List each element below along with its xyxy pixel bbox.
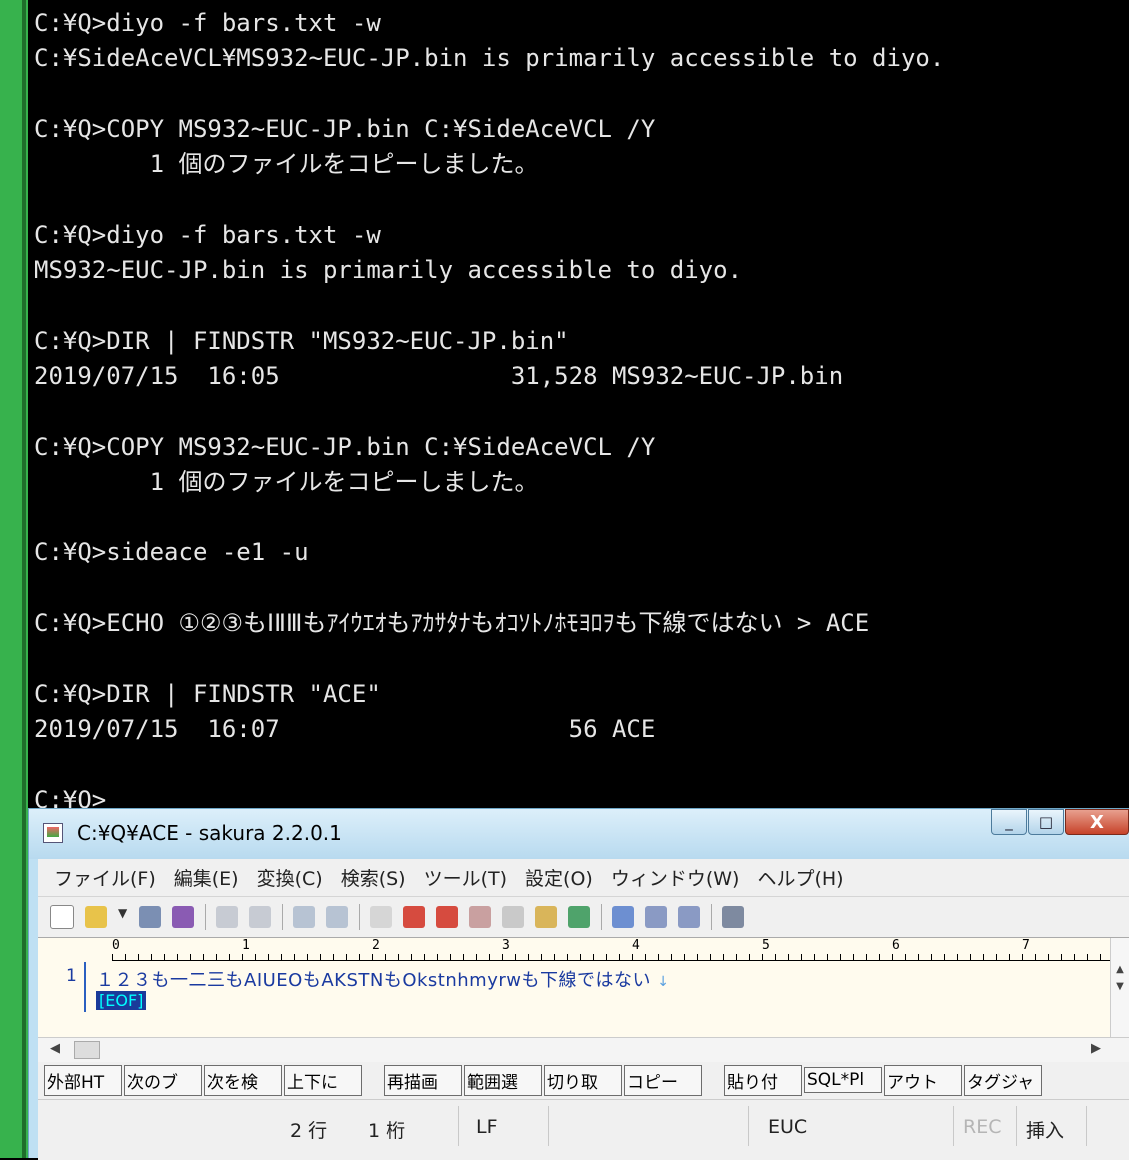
new-file-icon[interactable] [50, 905, 74, 929]
status-row: 2 行 [290, 1120, 328, 1142]
menu-tools[interactable]: ツール(T) [424, 864, 507, 891]
window-controls: _ □ X [990, 809, 1129, 839]
menu-edit[interactable]: 編集(E) [174, 864, 239, 891]
column-ruler: 0 1 2 3 4 5 6 7 [112, 938, 1127, 961]
menu-settings[interactable]: 設定(O) [525, 864, 593, 891]
status-divider [953, 1106, 954, 1146]
fkey-7[interactable]: 切り取 [544, 1064, 622, 1096]
ruler-mark: 1 [242, 938, 250, 953]
status-divider [748, 1106, 749, 1146]
menu-search[interactable]: 検索(S) [341, 864, 406, 891]
line-text: １２３も一二三もAIUEOもAKSTNもOkstnhmyrwも下線ではない [96, 970, 651, 991]
menu-window[interactable]: ウィンドウ(W) [611, 864, 740, 891]
fkey-8[interactable]: コピー [624, 1064, 702, 1096]
open-dropdown-icon[interactable]: ▼ [118, 906, 128, 928]
menu-help[interactable]: ヘルプ(H) [757, 864, 843, 891]
close-button[interactable]: X [1065, 809, 1129, 835]
eof-marker: [EOF] [96, 991, 147, 1010]
toolbar-separator [205, 904, 206, 930]
save-all-icon[interactable] [172, 906, 194, 928]
open-folder-icon[interactable] [85, 906, 107, 928]
title-bar[interactable]: C:¥Q¥ACE - sakura 2.2.0.1 _ □ X [29, 809, 1129, 859]
horizontal-scrollbar[interactable]: ◀ ▶ [38, 1037, 1129, 1062]
vertical-scrollbar[interactable]: ▲ ▼ [1110, 938, 1129, 1038]
font-settings-icon[interactable] [612, 906, 634, 928]
maximize-button[interactable]: □ [1028, 809, 1064, 835]
toolbar-separator [601, 904, 602, 930]
status-column: 1 桁 [368, 1120, 406, 1142]
ruler-mark: 6 [892, 938, 900, 953]
ruler-mark: 5 [762, 938, 770, 953]
text-area[interactable]: 0 1 2 3 4 5 6 7 1 １２３も一二三もAIUEOもAKSTNもOk… [38, 937, 1129, 1038]
ruler-mark: 3 [502, 938, 510, 953]
search-icon[interactable] [370, 906, 392, 928]
grep-icon[interactable] [535, 906, 557, 928]
status-eol: LF [476, 1116, 498, 1138]
fkey-4[interactable]: 上下に [284, 1064, 362, 1096]
fkey-12[interactable]: タグジャ [964, 1064, 1042, 1096]
undo-icon[interactable] [216, 906, 238, 928]
scroll-up-icon[interactable]: ▲ [1111, 964, 1129, 975]
console-output: C:¥Q>diyo -f bars.txt -w C:¥SideAceVCL¥M… [34, 9, 945, 810]
scroll-left-icon[interactable]: ◀ [50, 1041, 60, 1056]
toolbar: ▼ [38, 897, 1129, 937]
ruler-mark: 4 [632, 938, 640, 953]
jump-forward-icon[interactable] [326, 906, 348, 928]
menu-convert[interactable]: 変換(C) [257, 864, 323, 891]
toolbar-separator [359, 904, 360, 930]
console-window[interactable]: C:¥Q>diyo -f bars.txt -w C:¥SideAceVCL¥M… [28, 0, 1129, 810]
sakura-app-icon[interactable] [43, 823, 63, 843]
scroll-right-icon[interactable]: ▶ [1091, 1041, 1101, 1056]
minimize-button[interactable]: _ [991, 809, 1027, 835]
line-number: 1 [66, 966, 77, 986]
menu-bar: ファイル(F) 編集(E) 変換(C) 検索(S) ツール(T) 設定(O) ウ… [38, 859, 1129, 897]
type-settings-icon[interactable] [645, 906, 667, 928]
window-list-icon[interactable] [722, 906, 744, 928]
replace-icon[interactable] [469, 906, 491, 928]
jump-back-icon[interactable] [293, 906, 315, 928]
fkey-5[interactable]: 再描画 [384, 1064, 462, 1096]
ruler-mark: 2 [372, 938, 380, 953]
ruler-mark: 7 [1022, 938, 1030, 953]
status-bar: 2 行 1 桁 LF EUC REC 挿入 [38, 1099, 1129, 1160]
status-encoding: EUC [768, 1116, 808, 1138]
save-icon[interactable] [139, 906, 161, 928]
status-divider [1016, 1106, 1017, 1146]
current-line-marker [84, 962, 86, 1012]
status-divider [548, 1106, 549, 1146]
console-window-frame [0, 0, 28, 1158]
status-divider [458, 1106, 459, 1146]
ruler-mark: 0 [112, 938, 120, 953]
window-title: C:¥Q¥ACE - sakura 2.2.0.1 [77, 821, 342, 845]
menu-file[interactable]: ファイル(F) [54, 864, 156, 891]
text-line-1[interactable]: １２３も一二三もAIUEOもAKSTNもOkstnhmyrwも下線ではない ↓ [96, 966, 669, 992]
status-divider [1086, 1106, 1087, 1146]
fkey-10[interactable]: SQL*Pl [804, 1067, 882, 1093]
scroll-thumb[interactable] [74, 1041, 100, 1059]
search-mark-clear-icon[interactable] [502, 906, 524, 928]
status-rec: REC [963, 1116, 1002, 1138]
fkey-3[interactable]: 次を検 [204, 1064, 282, 1096]
common-settings-icon[interactable] [678, 906, 700, 928]
fkey-9[interactable]: 貼り付 [724, 1064, 802, 1096]
fkey-1[interactable]: 外部HT [44, 1064, 122, 1096]
scroll-down-icon[interactable]: ▼ [1111, 981, 1129, 992]
search-next-icon[interactable] [436, 906, 458, 928]
fkey-2[interactable]: 次のブ [124, 1064, 202, 1096]
sakura-editor-window[interactable]: C:¥Q¥ACE - sakura 2.2.0.1 _ □ X ファイル(F) … [28, 808, 1129, 1160]
toolbar-separator [282, 904, 283, 930]
status-insert-mode: 挿入 [1026, 1120, 1065, 1142]
toolbar-separator [711, 904, 712, 930]
outline-icon[interactable] [568, 906, 590, 928]
editor-client: ファイル(F) 編集(E) 変換(C) 検索(S) ツール(T) 設定(O) ウ… [38, 859, 1129, 1160]
fkey-11[interactable]: アウト [884, 1064, 962, 1096]
search-prev-icon[interactable] [403, 906, 425, 928]
fkey-6[interactable]: 範囲選 [464, 1064, 542, 1096]
eol-mark: ↓ [657, 974, 670, 990]
function-key-bar: 外部HT 次のブ 次を検 上下に 再描画 範囲選 切り取 コピー 貼り付 SQL… [38, 1063, 1129, 1097]
redo-icon[interactable] [249, 906, 271, 928]
